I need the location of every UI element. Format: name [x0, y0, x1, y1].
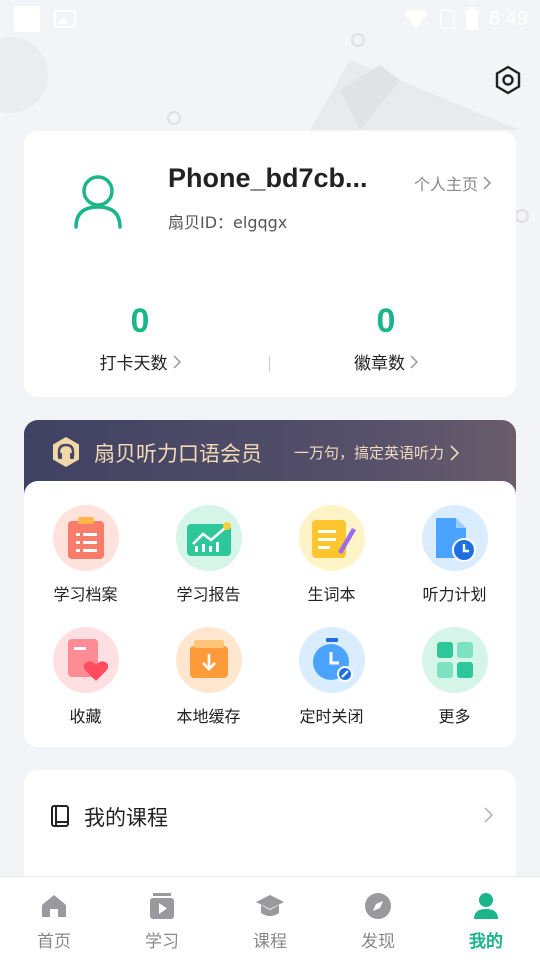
- more-grid-icon: [436, 642, 473, 678]
- badges-value: 0: [376, 302, 396, 340]
- tool-label: 本地缓存: [176, 707, 241, 726]
- user-avatar-icon: [74, 175, 122, 229]
- tool-label: 学习报告: [176, 585, 241, 604]
- discover-icon: [365, 893, 391, 919]
- checkin-days-value: 0: [130, 302, 150, 340]
- tab-label: 首页: [37, 932, 71, 952]
- checkin-days-stat[interactable]: 0 打卡天数: [60, 301, 220, 374]
- my-courses-title: 我的课程: [84, 806, 168, 830]
- chevron-right-icon: [410, 354, 418, 369]
- chevron-right-icon: [172, 354, 181, 369]
- tab-label: 课程: [253, 932, 287, 952]
- tab-profile[interactable]: 我的: [432, 877, 540, 960]
- tab-study[interactable]: 学习: [108, 877, 216, 960]
- local-cache-icon: [189, 640, 228, 678]
- tool-study-report[interactable]: 学习报告: [147, 505, 270, 605]
- profile-card: Phone_bd7cb... 扇贝ID：elgqgx 个人主页 0 打卡天数 0…: [24, 131, 516, 397]
- settings-button[interactable]: [492, 64, 524, 96]
- tool-label: 更多: [438, 707, 471, 726]
- chevron-right-icon: [450, 444, 460, 461]
- tool-label: 学习档案: [53, 585, 118, 604]
- home-icon: [42, 895, 66, 917]
- username: Phone_bd7cb...: [168, 163, 368, 193]
- stat-divider: [269, 356, 270, 372]
- tab-home[interactable]: 首页: [0, 877, 108, 960]
- tools-grid: 学习档案 学习报告 生词本 听力计划 收藏 本地缓存 定时关闭 更多: [24, 481, 516, 747]
- homepage-link-label: 个人主页: [413, 175, 478, 194]
- tool-local-cache[interactable]: 本地缓存: [147, 627, 270, 727]
- chevron-right-icon: [483, 176, 492, 190]
- book-icon: [51, 805, 69, 827]
- chevron-right-icon: [484, 807, 494, 823]
- tab-label: 发现: [361, 932, 395, 952]
- tab-discover[interactable]: 发现: [324, 877, 432, 960]
- tool-vocabulary-book[interactable]: 生词本: [270, 505, 393, 605]
- study-report-icon: [186, 522, 231, 556]
- settings-icon: [495, 65, 521, 95]
- listening-plan-icon: [435, 518, 476, 562]
- checkin-days-label: 打卡天数: [99, 354, 168, 374]
- tab-label: 我的: [469, 932, 503, 952]
- tool-timer[interactable]: 定时关闭: [270, 627, 393, 727]
- tab-label: 学习: [145, 932, 179, 952]
- badges-stat[interactable]: 0 徽章数: [306, 301, 466, 374]
- vip-title: 扇贝听力口语会员: [94, 442, 262, 466]
- tool-favorites[interactable]: 收藏: [24, 627, 147, 727]
- tool-label: 生词本: [307, 585, 356, 604]
- tool-label: 定时关闭: [299, 707, 364, 726]
- homepage-link[interactable]: 个人主页: [414, 171, 492, 195]
- vocabulary-book-icon: [311, 520, 356, 558]
- tab-course[interactable]: 课程: [216, 877, 324, 960]
- study-icon: [150, 893, 174, 919]
- avatar[interactable]: [68, 171, 128, 231]
- bottom-tab-bar: 首页 学习 课程 发现 我的: [0, 876, 540, 960]
- vip-subtitle: 一万句，搞定英语听力: [294, 444, 445, 462]
- course-icon: [256, 895, 284, 916]
- tool-label: 听力计划: [422, 585, 487, 604]
- study-record-icon: [67, 517, 104, 559]
- timer-icon: [312, 638, 353, 682]
- user-id: 扇贝ID：elgqgx: [168, 213, 288, 232]
- vip-headphone-icon: [53, 437, 79, 467]
- badges-label: 徽章数: [354, 354, 405, 374]
- tool-study-record[interactable]: 学习档案: [24, 505, 147, 605]
- tool-label: 收藏: [69, 707, 102, 726]
- tool-more[interactable]: 更多: [393, 627, 516, 727]
- favorites-icon: [67, 639, 108, 681]
- tool-listening-plan[interactable]: 听力计划: [393, 505, 516, 605]
- profile-icon: [474, 893, 498, 919]
